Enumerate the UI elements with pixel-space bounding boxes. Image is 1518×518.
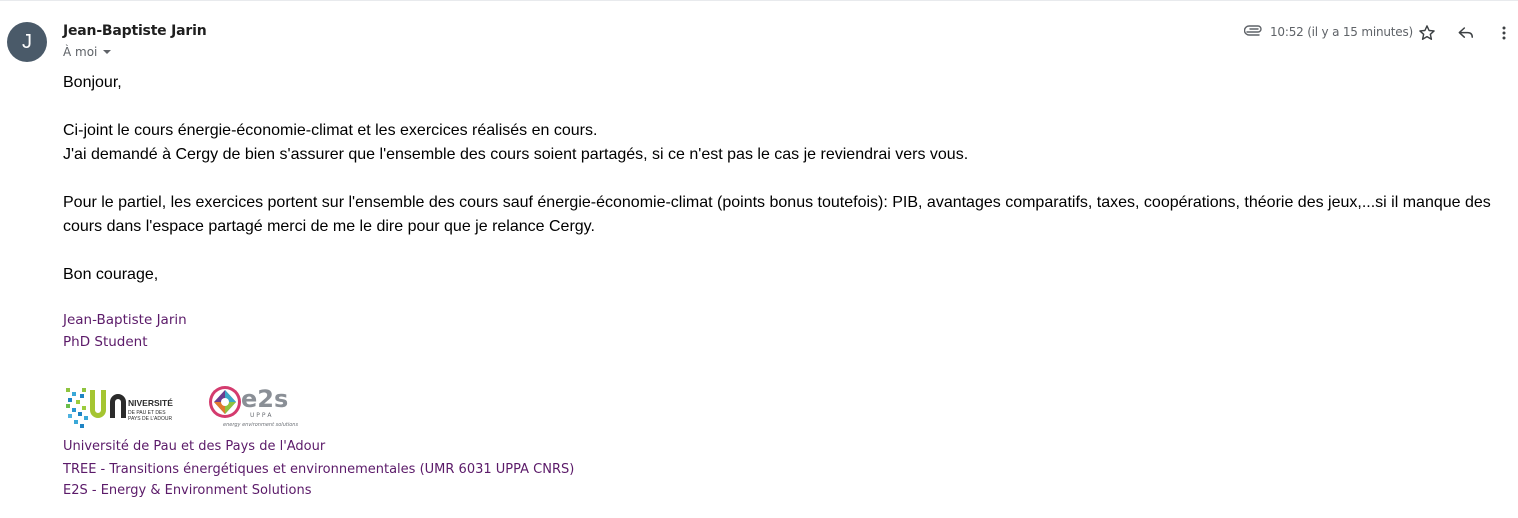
closing: Bon courage, (63, 266, 159, 283)
logo-e2s-sub-text: U P P A (250, 412, 272, 419)
star-icon[interactable] (1417, 23, 1437, 43)
body-paragraph-1-line-2: J'ai demandé à Cergy de bien s'assurer q… (63, 146, 969, 163)
greeting: Bonjour, (63, 74, 122, 91)
signature-title: PhD Student (63, 334, 148, 350)
more-vertical-icon[interactable] (1494, 23, 1514, 43)
message-body: Bonjour, Ci-joint le cours énergie-écono… (63, 71, 1503, 287)
e2s-emblem (209, 386, 241, 418)
e2s-uppa-logo: e2s U P P A energy environment solutions (209, 385, 298, 428)
body-paragraph-1-line-1: Ci-joint le cours énergie-économie-clima… (63, 122, 598, 139)
sender-name[interactable]: Jean-Baptiste Jarin (63, 23, 207, 39)
body-paragraph-2: Pour le partiel, les exercices portent s… (63, 194, 1491, 235)
logo-upp-main-text: NIVERSITÉ (128, 398, 173, 408)
timestamp: 10:52 (il y a 15 minutes) (1270, 25, 1413, 39)
affiliation-university: Université de Pau et des Pays de l'Adour (63, 439, 326, 454)
chevron-down-icon (103, 50, 112, 54)
paperclip-icon (1244, 25, 1262, 36)
logo-e2s-main-text: e2s (241, 385, 288, 413)
avatar[interactable]: J (7, 22, 47, 62)
signature-name: Jean-Baptiste Jarin (63, 312, 187, 328)
recipient-details-toggle[interactable]: À moi (63, 45, 112, 59)
recipient-label: À moi (63, 45, 98, 59)
logo-upp-sub-text-2: PAYS DE L'ADOUR (128, 416, 173, 422)
top-divider (0, 0, 1518, 1)
reply-icon[interactable] (1456, 23, 1476, 43)
pixel-mosaic (66, 388, 88, 428)
affiliation-tree: TREE - Transitions énergétiques et envir… (63, 462, 575, 477)
universite-pau-logo: NIVERSITÉ DE PAU ET DES PAYS DE L'ADOUR (66, 388, 173, 428)
logo-e2s-tagline: energy environment solutions (223, 422, 298, 428)
affiliation-e2s: E2S - Energy & Environment Solutions (63, 483, 312, 498)
